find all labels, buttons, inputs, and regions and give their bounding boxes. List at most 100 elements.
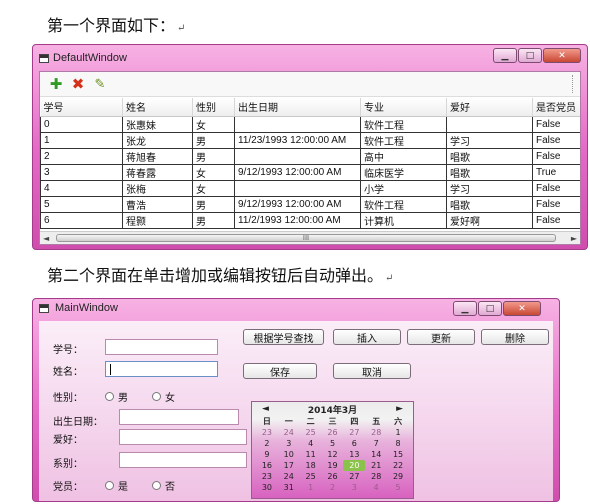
calendar-day[interactable]: 20 [343, 460, 366, 471]
calendar-day[interactable]: 30 [256, 482, 278, 493]
prev-month-icon[interactable]: ◄ [262, 404, 269, 414]
table-cell[interactable]: 4 [40, 179, 123, 197]
table-cell[interactable]: 高中 [360, 147, 447, 165]
calendar-day[interactable]: 16 [256, 460, 278, 471]
table-cell[interactable]: 9/12/1993 12:00:00 AM [234, 163, 361, 181]
table-cell[interactable]: 软件工程 [360, 115, 447, 133]
calendar-day[interactable]: 23 [256, 471, 278, 482]
calendar-day[interactable]: 5 [387, 482, 409, 493]
calendar-day[interactable]: 8 [387, 438, 409, 449]
delete-button[interactable]: 删除 [481, 329, 549, 345]
table-cell[interactable]: 临床医学 [360, 163, 447, 181]
birth-input[interactable] [119, 409, 239, 425]
calendar-day[interactable]: 27 [343, 427, 365, 438]
calendar-day[interactable]: 6 [343, 438, 365, 449]
table-cell[interactable]: 蒋旭春 [122, 147, 193, 165]
calendar-day[interactable]: 26 [322, 471, 344, 482]
table-cell[interactable]: 0 [40, 115, 123, 133]
calendar-day[interactable]: 5 [322, 438, 344, 449]
calendar-day[interactable]: 22 [387, 460, 409, 471]
table-cell[interactable]: 女 [192, 115, 235, 133]
scroll-thumb[interactable]: III [56, 234, 556, 242]
calendar-day[interactable]: 10 [278, 449, 300, 460]
close-button[interactable]: ✕ [503, 301, 541, 316]
party-yes-radio[interactable]: 是 [105, 478, 128, 493]
table-cell[interactable]: 男 [192, 211, 235, 229]
column-header[interactable]: 性别 [192, 98, 235, 117]
hobby-input[interactable] [119, 429, 247, 445]
calendar-day[interactable]: 28 [365, 427, 387, 438]
table-row[interactable]: 1 张龙男 11/23/1993 12:00:00 AM 软件工程 学习 False [40, 131, 580, 149]
column-header[interactable]: 专业 [360, 98, 447, 117]
table-cell[interactable]: 1 [40, 131, 123, 149]
table-row[interactable]: 0 张惠妹女 软件工程 False [40, 115, 580, 133]
table-cell[interactable]: 软件工程 [360, 195, 447, 213]
calendar-day[interactable]: 19 [322, 460, 344, 471]
calendar-day[interactable]: 29 [387, 471, 409, 482]
calendar-day[interactable]: 4 [300, 438, 322, 449]
column-header[interactable]: 出生日期 [234, 98, 361, 117]
table-cell[interactable]: 张梅 [122, 179, 193, 197]
calendar-day[interactable]: 27 [343, 471, 365, 482]
calendar-day[interactable]: 14 [365, 449, 387, 460]
table-cell[interactable]: 唱歌 [446, 195, 533, 213]
table-cell[interactable] [234, 147, 361, 165]
table-row[interactable]: 5 曹浩男 9/12/1993 12:00:00 AM 软件工程 唱歌 False [40, 195, 580, 213]
calendar-day[interactable]: 3 [343, 482, 365, 493]
calendar-day[interactable]: 24 [278, 471, 300, 482]
calendar-day[interactable]: 26 [322, 427, 344, 438]
table-cell[interactable]: 男 [192, 131, 235, 149]
table-cell[interactable]: 软件工程 [360, 131, 447, 149]
table-cell[interactable]: 3 [40, 163, 123, 181]
table-cell[interactable]: 学习 [446, 179, 533, 197]
table-cell[interactable]: False [532, 147, 580, 165]
table-cell[interactable]: 小学 [360, 179, 447, 197]
table-row[interactable]: 2 蒋旭春男 高中 唱歌 False [40, 147, 580, 165]
student-grid[interactable]: 学号 姓名 性别 出生日期 专业 爱好 是否党员 0 张惠妹女软件工程 False 1 张龙男 11/… [40, 98, 580, 232]
gender-female-radio[interactable]: 女 [152, 389, 175, 404]
save-button[interactable]: 保存 [243, 363, 317, 379]
add-icon[interactable]: ✚ [48, 76, 64, 92]
table-cell[interactable]: 曹浩 [122, 195, 193, 213]
column-header[interactable]: 是否党员 [532, 98, 580, 117]
calendar-day[interactable]: 24 [278, 427, 300, 438]
calendar-month-label[interactable]: 2014年3月 [308, 403, 357, 416]
table-cell[interactable]: 唱歌 [446, 163, 533, 181]
table-cell[interactable]: False [532, 211, 580, 229]
calendar-day[interactable]: 21 [365, 460, 387, 471]
next-month-icon[interactable]: ► [396, 404, 403, 414]
calendar[interactable]: ◄ 2014年3月 ► 日一二三四五六 23 24 25 26 27 28 1 2 3 4 5 6 7 8 9… [251, 401, 414, 499]
table-cell[interactable] [234, 115, 361, 133]
minimize-button[interactable]: ▁ [453, 301, 477, 316]
calendar-day[interactable]: 15 [387, 449, 409, 460]
table-cell[interactable]: 5 [40, 195, 123, 213]
scroll-right-icon[interactable]: ► [571, 234, 577, 243]
calendar-day[interactable]: 25 [300, 471, 322, 482]
column-header[interactable]: 姓名 [122, 98, 193, 117]
maximize-button[interactable]: □ [478, 301, 502, 316]
calendar-day[interactable]: 31 [278, 482, 300, 493]
delete-icon[interactable]: ✖ [70, 76, 86, 92]
table-cell[interactable]: True [532, 163, 580, 181]
table-row[interactable]: 4 张梅女 小学 学习 False [40, 179, 580, 197]
calendar-day[interactable]: 17 [278, 460, 300, 471]
calendar-day[interactable]: 1 [387, 427, 409, 438]
table-cell[interactable]: 男 [192, 195, 235, 213]
table-cell[interactable]: 男 [192, 147, 235, 165]
calendar-day[interactable]: 7 [365, 438, 387, 449]
table-cell[interactable]: 11/23/1993 12:00:00 AM [234, 131, 361, 149]
calendar-day[interactable]: 2 [322, 482, 344, 493]
minimize-button[interactable]: ▁ [493, 48, 517, 63]
search-by-id-button[interactable]: 根据学号查找 [243, 329, 324, 345]
gender-male-radio[interactable]: 男 [105, 389, 128, 404]
table-cell[interactable]: 9/12/1993 12:00:00 AM [234, 195, 361, 213]
table-cell[interactable]: 女 [192, 163, 235, 181]
calendar-day[interactable]: 12 [322, 449, 344, 460]
calendar-day[interactable]: 28 [365, 471, 387, 482]
table-cell[interactable]: 唱歌 [446, 147, 533, 165]
table-cell[interactable]: 爱好啊 [446, 211, 533, 229]
edit-icon[interactable]: ✎ [92, 76, 108, 92]
id-input[interactable] [105, 339, 218, 355]
calendar-day[interactable]: 13 [343, 449, 365, 460]
calendar-day[interactable]: 25 [300, 427, 322, 438]
